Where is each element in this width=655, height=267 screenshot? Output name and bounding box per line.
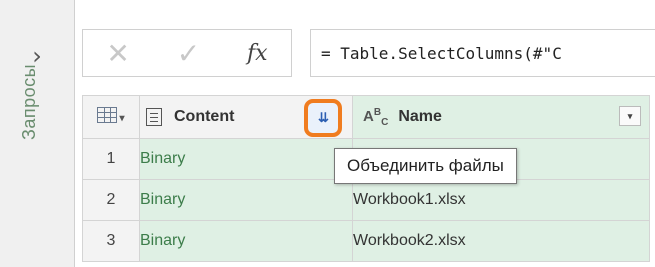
column-label-name: Name: [398, 108, 442, 125]
cell-content[interactable]: Binary: [139, 179, 353, 221]
row-number: 3: [82, 220, 140, 262]
queries-pane: › Запросы: [0, 0, 75, 267]
column-header-content[interactable]: Content ⇊: [139, 95, 353, 139]
combine-files-button[interactable]: ⇊: [304, 99, 342, 137]
combine-files-tooltip: Объединить файлы: [334, 148, 517, 184]
cell-name[interactable]: Workbook2.xlsx: [352, 220, 650, 262]
abc-text-type-icon[interactable]: ABC: [363, 107, 388, 128]
cell-content[interactable]: Binary: [139, 220, 353, 262]
fx-icon[interactable]: fx: [247, 41, 268, 66]
formula-buttons: ✕ ✓ fx: [82, 29, 292, 77]
table-row[interactable]: 3 Binary Workbook2.xlsx: [82, 220, 650, 262]
row-number: 2: [82, 179, 140, 221]
formula-input[interactable]: = Table.SelectColumns(#"C: [310, 29, 655, 77]
row-number: 1: [82, 138, 140, 180]
combine-files-icon: ⇊: [318, 110, 329, 125]
queries-pane-label[interactable]: Запросы: [19, 64, 40, 140]
confirm-icon[interactable]: ✓: [177, 37, 200, 70]
column-header-name[interactable]: ABC Name ▾: [352, 95, 650, 139]
header-row: ▾ Content ⇊ ABC Name ▾: [82, 95, 650, 139]
table-icon: [97, 106, 118, 123]
column-label-content: Content: [174, 108, 235, 125]
cell-name[interactable]: Workbook1.xlsx: [352, 179, 650, 221]
table-menu-button[interactable]: ▾: [82, 95, 140, 139]
cell-content[interactable]: Binary: [139, 138, 353, 180]
filter-dropdown-button[interactable]: ▾: [619, 106, 641, 126]
cancel-icon[interactable]: ✕: [106, 37, 129, 70]
chevron-down-icon: ▾: [119, 112, 125, 124]
formula-bar: ✕ ✓ fx = Table.SelectColumns(#"C: [82, 28, 655, 78]
table-row[interactable]: 2 Binary Workbook1.xlsx: [82, 179, 650, 221]
document-icon: [146, 108, 162, 126]
